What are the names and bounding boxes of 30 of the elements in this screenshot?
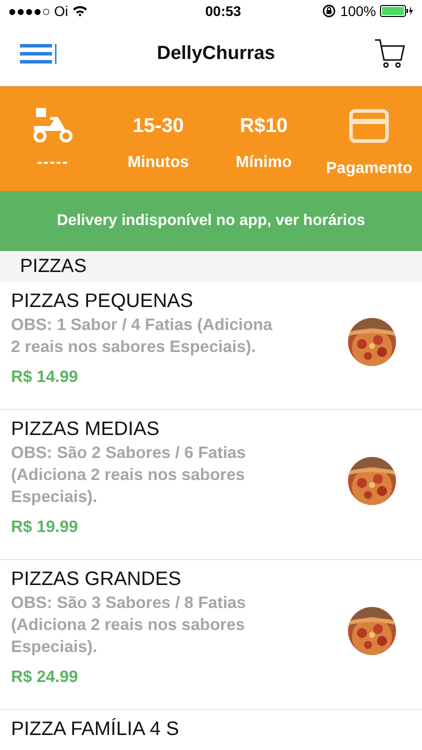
info-label: Mínimo [236, 154, 292, 172]
info-label: Minutos [128, 154, 189, 172]
item-price: R$ 14.99 [11, 368, 79, 387]
item-description: OBS: São 3 Sabores / 8 Fatias (Adiciona 2 reais nos sabores Especiais). [11, 593, 247, 658]
info-label: ----- [36, 154, 69, 172]
item-price: R$ 19.99 [11, 518, 79, 537]
battery-icon [380, 5, 414, 17]
battery-percent: 100% [340, 3, 376, 19]
item-name: PIZZA FAMÍLIA 4 S [11, 717, 180, 742]
cart-icon [374, 38, 406, 70]
wifi-icon [72, 5, 88, 17]
cart-button[interactable] [374, 38, 406, 70]
item-name: PIZZAS GRANDES [11, 567, 182, 592]
rotation-lock-icon [322, 4, 336, 18]
app-title: DellyChurras [156, 43, 276, 65]
info-label: Pagamento [326, 160, 412, 178]
credit-card-icon [349, 109, 390, 143]
info-value: 15-30 [132, 114, 184, 138]
menu-button[interactable] [20, 43, 58, 65]
carrier-label: ●●●●○ Oi [8, 3, 68, 19]
item-description: OBS: São 2 Sabores / 6 Fatias (Adiciona 2 reais nos sabores Especiais). [11, 443, 247, 508]
menu-icon [20, 43, 58, 65]
item-name: PIZZAS PEQUENAS [11, 289, 194, 314]
notice-banner[interactable]: Delivery indisponível no app, ver horários [0, 191, 422, 251]
item-description: OBS: 1 Sabor / 4 Fatias (Adiciona 2 reais nos sabores Especiais). [11, 315, 274, 358]
clock-time: 00:53 [205, 3, 242, 19]
item-name: PIZZAS MEDIAS [11, 417, 160, 442]
section-title: PIZZAS [20, 256, 87, 278]
info-value: R$10 [240, 114, 288, 138]
item-price: R$ 24.99 [11, 668, 79, 687]
